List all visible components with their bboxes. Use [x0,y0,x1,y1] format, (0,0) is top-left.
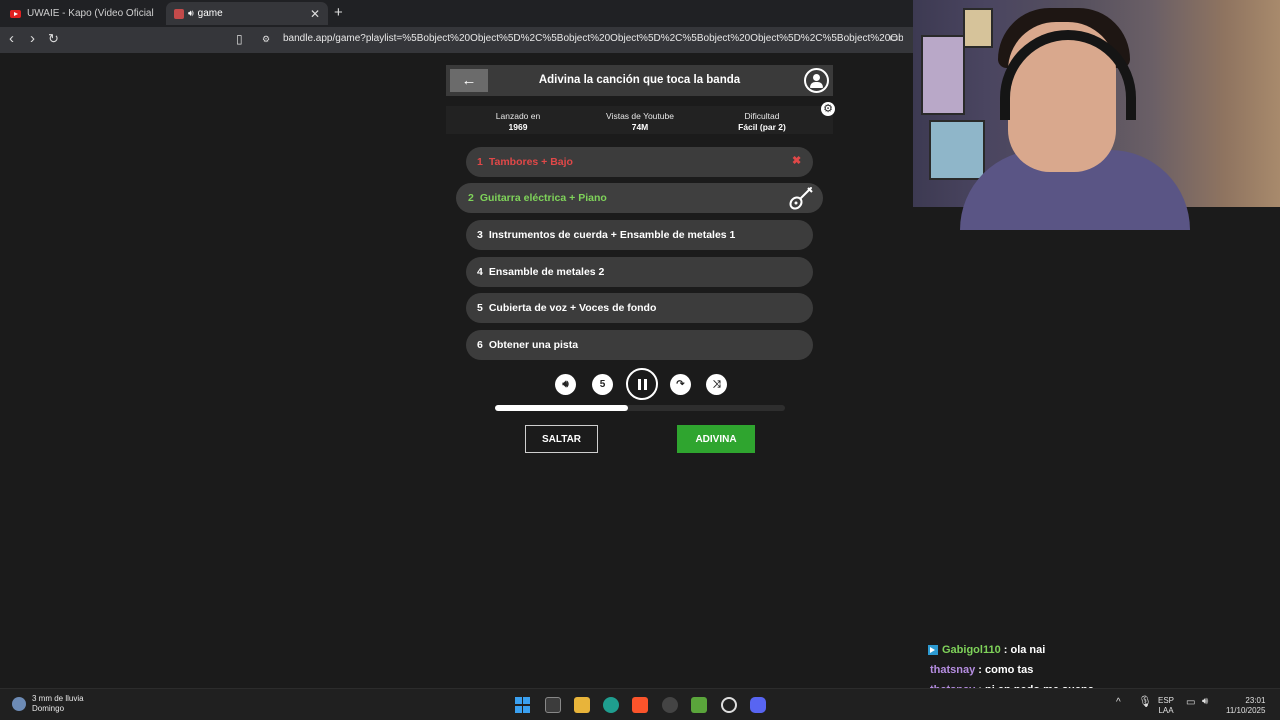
obs-icon[interactable] [662,697,678,713]
tab-title: UWAIE - Kapo (Video Oficial) - YouTube [27,8,154,19]
settings-gear-icon[interactable]: ⚙︎ [821,102,835,116]
chat-message: Gabigol110 : ola nai [924,640,1280,660]
pause-button[interactable] [626,368,658,400]
replay-5-button[interactable]: 5 [592,374,613,395]
track-label: Ensamble de metales 2 [488,266,605,278]
forward-5-button[interactable]: ↷ [670,374,691,395]
track-item-5[interactable]: 5 Cubierta de voz + Voces de fondo [466,293,813,323]
reload-icon[interactable]: ↻ [48,31,59,47]
guess-button[interactable]: ADIVINA [677,425,755,453]
info-label: Dificultad [744,111,780,121]
clock[interactable]: 23:01 11/10/2025 [1226,696,1265,716]
tab-youtube[interactable]: UWAIE - Kapo (Video Oficial) - YouTube [2,2,162,25]
info-value: 1969 [508,122,528,132]
song-info-bar: Lanzado en 1969 Vistas de Youtube 74M Di… [446,106,833,134]
steam-icon[interactable] [721,697,737,713]
track-number: 2 [468,192,474,204]
language-indicator[interactable]: ESP LAA [1158,696,1174,716]
track-label: Guitarra eléctrica + Piano [479,192,607,204]
track-item-3[interactable]: 3 Instrumentos de cuerda + Ensamble de m… [466,220,813,250]
chevron-up-icon[interactable]: ^ [1116,698,1121,708]
track-label: Cubierta de voz + Voces de fondo [488,302,657,314]
browser-toolbar: ‹ › ↻ ▯ ⚙︎ bandle.app/game?playlist=%5Bo… [0,27,913,53]
skip-button[interactable]: SALTAR [525,425,598,453]
difficulty: Dificultad Fácil (par 2) [707,111,817,132]
back-arrow-icon[interactable]: ‹ [9,30,14,47]
info-label: Lanzado en [495,111,541,121]
track-number: 4 [477,266,483,278]
track-item-1[interactable]: 1 Tambores + Bajo ✖ [466,147,813,177]
weather-text: 3 mm de lluvia [32,694,84,703]
track-number: 6 [477,339,483,351]
youtube-views: Vistas de Youtube 74M [585,111,695,132]
wrong-x-icon: ✖ [792,155,802,167]
new-tab-icon[interactable]: + [334,4,343,21]
track-number: 5 [477,302,483,314]
info-label: Vistas de Youtube [606,111,674,121]
clock-date: 11/10/2025 [1226,706,1266,715]
shuffle-off-icon[interactable]: ⤨ [706,374,727,395]
prime-badge-icon [928,645,938,655]
youtube-icon [10,9,21,18]
discord-icon[interactable] [750,697,766,713]
taskbar: 3 mm de lluvia Domingo ^ 🎙︎ ESP LAA ▭ 🔊︎… [0,688,1280,720]
user-profile-icon[interactable] [804,68,829,93]
volume-tray-icon[interactable]: 🔊︎ [1202,697,1208,707]
track-number: 1 [477,156,483,168]
game-title: Adivina la canción que toca la banda [538,74,741,86]
windows-start-icon[interactable] [515,697,531,713]
weather-widget[interactable]: 3 mm de lluvia Domingo [12,694,84,714]
speaker-icon[interactable]: 🔊︎ [188,8,194,19]
keyboard-layout: LAA [1158,706,1174,715]
network-icon[interactable]: ▭ [1186,698,1195,708]
file-explorer-icon[interactable] [574,697,590,713]
electric-guitar-icon [789,187,813,210]
playback-progress[interactable] [495,405,785,411]
microphone-icon[interactable]: 🎙︎ [1138,697,1152,708]
tab-game[interactable]: 🔊︎ game ✕ [166,2,328,25]
rain-cloud-icon [12,697,26,711]
track-item-4[interactable]: 4 Ensamble de metales 2 [466,257,813,287]
track-label: Tambores + Bajo [488,156,573,168]
chat-message: thatsnay : como tas [924,660,1280,680]
browser-tab-bar: UWAIE - Kapo (Video Oficial) - YouTube 🔊… [0,0,913,27]
tab-title: game [197,8,223,19]
weather-day: Domingo [32,704,65,713]
brave-browser-icon[interactable] [632,697,648,713]
task-view-icon[interactable] [545,697,561,713]
minecraft-icon[interactable] [691,697,707,713]
playback-controls: 🔊︎ 5 ↷ ⤨ [550,368,740,400]
chat-username: Gabigol110 [942,644,1001,656]
info-value: Fácil (par 2) [738,122,786,132]
chat-text: : como tas [975,664,1034,676]
bookmark-icon[interactable]: ▯ [236,32,243,46]
track-label: Instrumentos de cuerda + Ensamble de met… [488,229,736,241]
bandle-favicon-icon [174,8,184,19]
game-header: ← Adivina la canción que toca la banda [446,65,833,96]
language-code: ESP [1158,696,1175,705]
address-bar[interactable]: bandle.app/game?playlist=%5Bobject%20Obj… [283,33,903,44]
track-item-2[interactable]: 2 Guitarra eléctrica + Piano [456,183,823,213]
clock-time: 23:01 [1245,696,1266,705]
info-value: 74M [631,122,649,132]
volume-icon[interactable]: 🔊︎ [555,374,576,395]
replay-seconds: 5 [599,379,606,390]
progress-fill [495,405,629,411]
site-info-icon[interactable]: ⚙︎ [262,34,270,45]
track-item-6[interactable]: 6 Obtener una pista [466,330,813,360]
install-app-icon[interactable]: ▭ [889,33,898,44]
chat-text: : ola nai [1000,644,1046,656]
track-label: Obtener una pista [488,339,579,351]
track-number: 3 [477,229,483,241]
forward-arrow-icon[interactable]: › [30,30,35,47]
edge-browser-icon[interactable] [603,697,619,713]
release-year: Lanzado en 1969 [463,111,573,132]
close-tab-icon[interactable]: ✕ [310,7,320,21]
chat-username: thatsnay [930,664,976,676]
